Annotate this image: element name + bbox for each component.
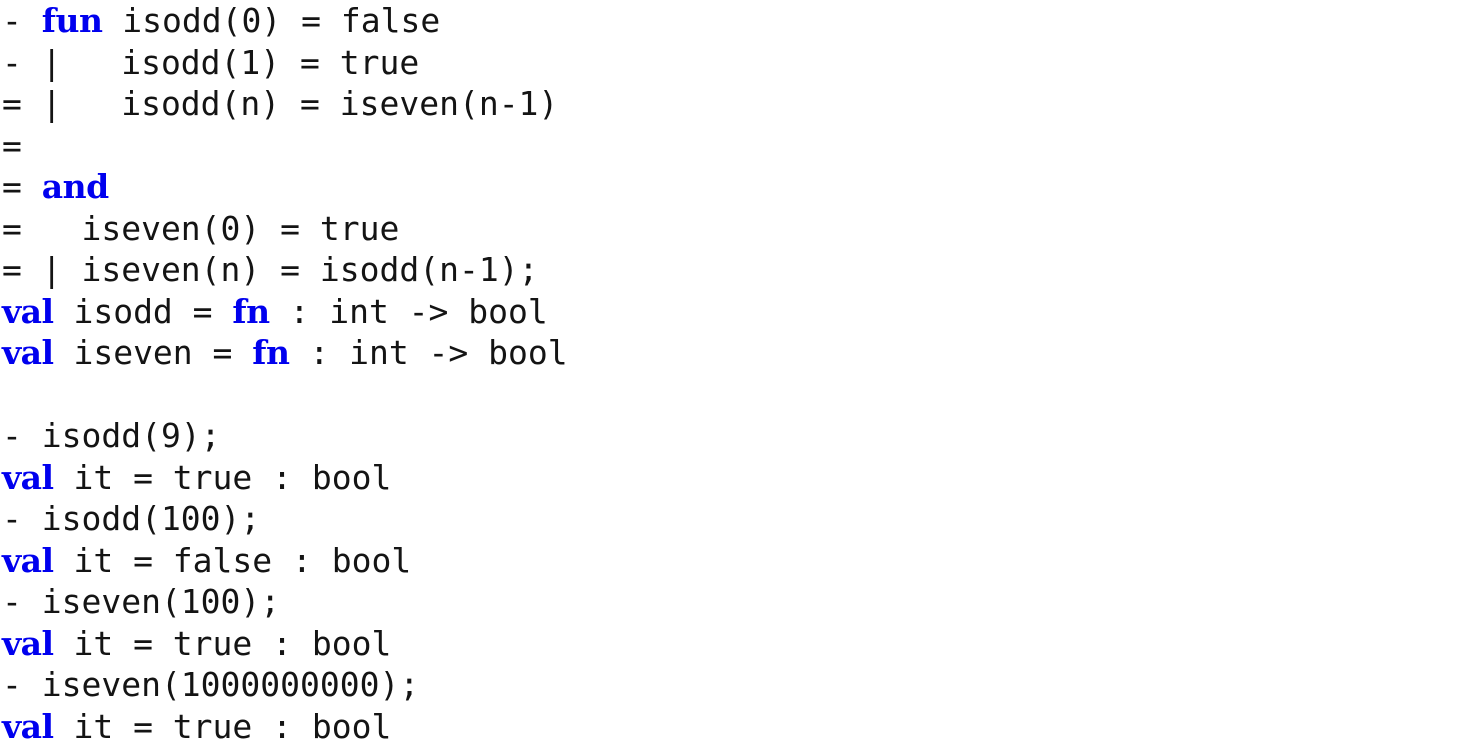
code-token [2,375,22,414]
repl-line-input-12: - isodd(100); [0,498,1470,540]
code-token: - iseven(100); [2,582,280,621]
repl-line-input-1: - | isodd(1) = true [0,42,1470,84]
code-token: isodd = [54,292,233,331]
code-token: = | iseven(n) = isodd(n-1); [2,250,538,289]
code-token: isodd(0) = false [102,1,440,40]
keyword-token: val [2,333,54,372]
repl-line-input-5: = iseven(0) = true [0,208,1470,250]
repl-line-blank-9 [0,374,1470,416]
repl-line-input-10: - isodd(9); [0,415,1470,457]
repl-transcript[interactable]: - fun isodd(0) = false- | isodd(1) = tru… [0,0,1470,726]
code-token: = [2,167,42,206]
repl-line-input-6: = | iseven(n) = isodd(n-1); [0,249,1470,291]
code-token: - | isodd(1) = true [2,43,419,82]
keyword-token: val [2,292,54,331]
code-token: it = true : bool [54,707,392,746]
repl-line-output-13: val it = false : bool [0,540,1470,582]
code-token: : int -> bool [289,333,567,372]
repl-line-input-16: - iseven(1000000000); [0,664,1470,706]
keyword-token: val [2,624,54,663]
repl-line-input-4: = and [0,166,1470,208]
repl-line-output-17: val it = true : bool [0,706,1470,747]
repl-line-output-11: val it = true : bool [0,457,1470,499]
code-token: - iseven(1000000000); [2,665,419,704]
code-token: it = false : bool [54,541,412,580]
keyword-token: fun [42,1,103,40]
code-token: = [2,126,22,165]
repl-line-input-3: = [0,125,1470,167]
code-token: = iseven(0) = true [2,209,399,248]
keyword-token: fn [252,333,289,372]
code-token: it = true : bool [54,624,392,663]
code-token: - [2,1,42,40]
repl-line-output-15: val it = true : bool [0,623,1470,665]
repl-line-output-7: val isodd = fn : int -> bool [0,291,1470,333]
repl-line-output-8: val iseven = fn : int -> bool [0,332,1470,374]
keyword-token: val [2,541,54,580]
repl-line-input-0: - fun isodd(0) = false [0,0,1470,42]
repl-line-input-2: = | isodd(n) = iseven(n-1) [0,83,1470,125]
code-token: it = true : bool [54,458,392,497]
keyword-token: val [2,707,54,746]
code-token: - isodd(100); [2,499,260,538]
code-token: = | isodd(n) = iseven(n-1) [2,84,558,123]
code-token: iseven = [54,333,253,372]
keyword-token: fn [232,292,269,331]
keyword-token: and [42,167,109,206]
keyword-token: val [2,458,54,497]
repl-line-input-14: - iseven(100); [0,581,1470,623]
code-token: - isodd(9); [2,416,221,455]
code-token: : int -> bool [270,292,548,331]
